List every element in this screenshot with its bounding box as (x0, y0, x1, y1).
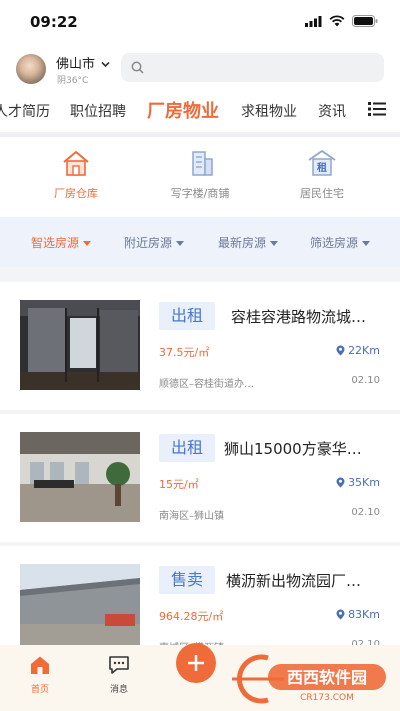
listing-photo (20, 432, 140, 522)
tab-rent-wanted[interactable]: 求租物业 (241, 101, 297, 121)
caret-down-icon (270, 241, 279, 246)
distance-value: 22Km (348, 344, 380, 357)
listing-photo (20, 300, 140, 390)
caret-down-icon (83, 241, 92, 246)
signal-icon (305, 15, 322, 27)
city-label: 佛山市 (56, 57, 96, 72)
plus-icon (188, 655, 204, 671)
listing-title: 容桂容港路物流城… (231, 308, 367, 326)
nav-home[interactable]: 首页 (20, 655, 60, 695)
listing-type-badge: 出租 (159, 434, 215, 462)
avatar[interactable] (16, 54, 46, 84)
watermark-logo: 西西软件园 CR173.COM (228, 654, 388, 704)
listing-date: 02.10 (351, 507, 380, 518)
listing-distance: 35Km (336, 476, 380, 489)
factory-icon (63, 151, 89, 176)
status-icons (305, 15, 378, 27)
tab-news[interactable]: 资讯 (318, 101, 346, 121)
caret-down-icon (362, 241, 371, 246)
location-pin-icon (336, 477, 345, 488)
category-office-shop[interactable]: 写字楼/商铺 (140, 149, 260, 201)
distance-value: 35Km (348, 476, 380, 489)
filter-bar: 智选房源 附近房源 最新房源 筛选房源 (0, 217, 400, 267)
listing-address: 顺德区–容桂街道办… (159, 379, 254, 390)
status-bar: 09:22 (0, 0, 400, 46)
battery-icon (352, 15, 378, 27)
caret-down-icon (176, 241, 185, 246)
property-categories: 厂房仓库 写字楼/商铺 租 居民住宅 (0, 137, 400, 217)
city-selector[interactable]: 佛山市 (56, 53, 110, 72)
category-residential[interactable]: 租 居民住宅 (262, 149, 382, 201)
listing-type-badge: 售卖 (159, 566, 215, 594)
wifi-icon (329, 15, 345, 27)
menu-icon[interactable] (368, 102, 386, 116)
filter-advanced[interactable]: 筛选房源 (310, 234, 371, 251)
office-building-icon (192, 151, 213, 176)
filter-nearby[interactable]: 附近房源 (124, 234, 185, 251)
tab-factory-property[interactable]: 厂房物业 (147, 97, 219, 123)
tab-resumes[interactable]: 人才简历 (0, 101, 50, 121)
chevron-down-icon (101, 61, 110, 68)
status-time: 09:22 (30, 13, 78, 31)
top-tabs: 人才简历 职位招聘 厂房物业 求租物业 资讯 (0, 92, 400, 132)
listing-card[interactable]: 出租 狮山15000方豪华… 15元/㎡ 35Km 南海区–狮山镇 02.10 (0, 414, 400, 542)
listing-photo (20, 564, 140, 654)
listing-type-badge: 出租 (159, 302, 215, 330)
watermark-url: CR173.COM (300, 693, 354, 703)
location-pin-icon (336, 609, 345, 620)
listing-title: 横沥新出物流园厂… (226, 572, 362, 590)
nav-messages[interactable]: 消息 (99, 655, 139, 695)
message-icon (109, 656, 129, 674)
filter-label: 筛选房源 (310, 236, 359, 250)
app-screen: 09:22 佛山市 阴36°C 人才简历 职位招聘 厂房物业 求租物业 资讯 厂… (0, 0, 400, 711)
search-input[interactable] (121, 53, 384, 82)
nav-messages-label: 消息 (109, 685, 128, 695)
header-bar: 佛山市 阴36°C (0, 46, 400, 92)
category-factory-warehouse[interactable]: 厂房仓库 (16, 149, 136, 201)
home-icon (31, 656, 49, 674)
listing-price: 37.5元/㎡ (159, 346, 210, 359)
filter-smart[interactable]: 智选房源 (31, 234, 92, 251)
category-label: 厂房仓库 (54, 187, 98, 200)
tab-jobs[interactable]: 职位招聘 (70, 101, 126, 121)
listing-title: 狮山15000方豪华… (224, 440, 362, 458)
category-label: 居民住宅 (300, 187, 344, 200)
filter-label: 附近房源 (124, 236, 173, 250)
filter-latest[interactable]: 最新房源 (218, 234, 279, 251)
watermark-text: 西西软件园 (287, 668, 367, 687)
filter-label: 智选房源 (31, 236, 80, 250)
category-label: 写字楼/商铺 (170, 187, 230, 200)
search-icon (131, 61, 144, 74)
distance-value: 83Km (348, 608, 380, 621)
location-pin-icon (336, 345, 345, 356)
publish-button[interactable] (176, 643, 216, 683)
weather-label: 阴36°C (57, 76, 89, 86)
listing-address: 南海区–狮山镇 (159, 511, 224, 522)
listing-card[interactable]: 出租 容桂容港路物流城… 37.5元/㎡ 22Km 顺德区–容桂街道办… 02.… (0, 282, 400, 410)
listing-date: 02.10 (351, 375, 380, 386)
nav-home-label: 首页 (30, 685, 49, 695)
rental-home-icon: 租 (308, 150, 336, 176)
listing-price: 15元/㎡ (159, 478, 199, 491)
filter-label: 最新房源 (218, 236, 267, 250)
listing-price: 964.28元/㎡ (159, 610, 224, 623)
rental-icon-text: 租 (317, 161, 327, 174)
listing-distance: 22Km (336, 344, 380, 357)
listing-distance: 83Km (336, 608, 380, 621)
